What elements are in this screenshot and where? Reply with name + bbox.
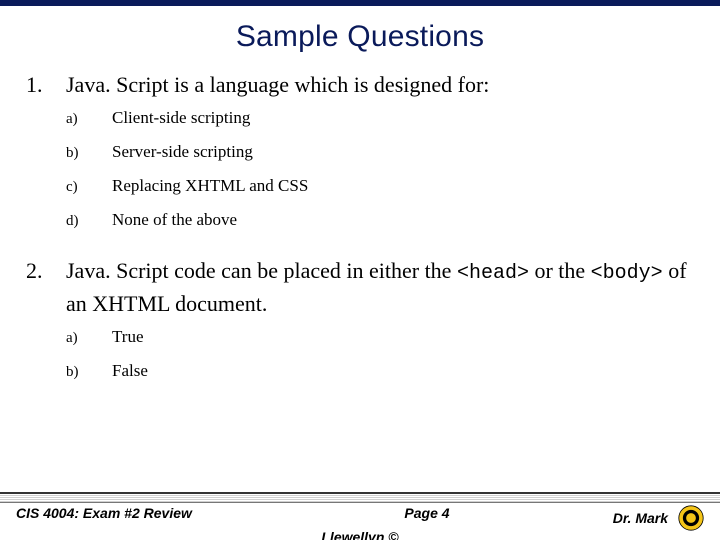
footer-author: Dr. Mark [613, 510, 668, 526]
question-text-part: Java. Script code can be placed in eithe… [66, 258, 457, 283]
code-body: <body> [591, 262, 663, 285]
option: d) None of the above [66, 210, 694, 230]
option-text: False [112, 361, 148, 381]
option-letter: b) [66, 145, 112, 162]
option-letter: b) [66, 364, 112, 381]
question-1-options: a) Client-side scripting b) Server-side … [66, 108, 694, 230]
option: b) Server-side scripting [66, 142, 694, 162]
ucf-logo-icon [678, 505, 704, 531]
option-text: None of the above [112, 210, 237, 230]
code-head: <head> [457, 262, 529, 285]
footer-rule [0, 492, 720, 503]
question-number: 2. [26, 256, 66, 286]
option-letter: d) [66, 213, 112, 230]
top-rule [0, 0, 720, 6]
question-text: Java. Script is a language which is desi… [66, 70, 489, 100]
question-text-part: or the [529, 258, 591, 283]
option: a) Client-side scripting [66, 108, 694, 128]
footer: CIS 4004: Exam #2 Review Page 4 Dr. Mark… [0, 492, 720, 540]
question-1: 1. Java. Script is a language which is d… [26, 70, 694, 100]
option: a) True [66, 327, 694, 347]
option-letter: a) [66, 111, 112, 128]
option-letter: a) [66, 330, 112, 347]
question-number: 1. [26, 70, 66, 100]
option-text: Client-side scripting [112, 108, 250, 128]
footer-row: CIS 4004: Exam #2 Review Page 4 Dr. Mark [0, 503, 720, 531]
option-text: True [112, 327, 144, 347]
footer-page: Page 4 [290, 505, 564, 521]
option-letter: c) [66, 179, 112, 196]
option: b) False [66, 361, 694, 381]
question-2-options: a) True b) False [66, 327, 694, 381]
option-text: Replacing XHTML and CSS [112, 176, 308, 196]
option-text: Server-side scripting [112, 142, 253, 162]
option: c) Replacing XHTML and CSS [66, 176, 694, 196]
slide-content: 1. Java. Script is a language which is d… [0, 70, 720, 381]
slide-title: Sample Questions [0, 20, 720, 54]
footer-course: CIS 4004: Exam #2 Review [16, 505, 290, 521]
footer-author-block: Dr. Mark [564, 505, 704, 531]
question-text: Java. Script code can be placed in eithe… [66, 256, 694, 319]
question-2: 2. Java. Script code can be placed in ei… [26, 256, 694, 319]
